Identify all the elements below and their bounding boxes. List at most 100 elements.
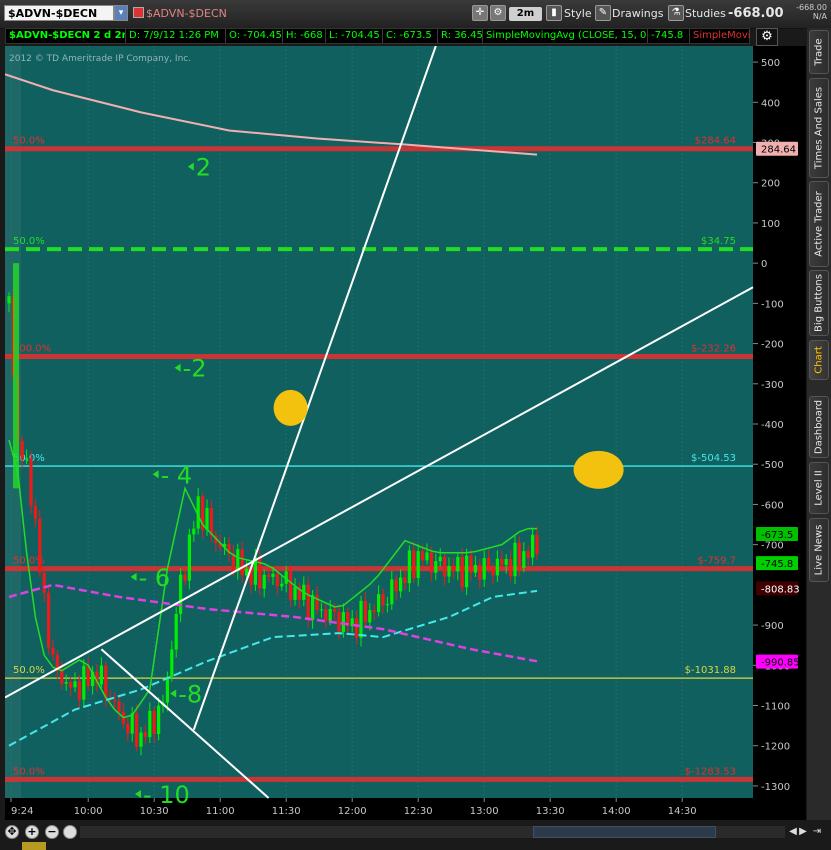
scroll-left-icon[interactable]: ◀ bbox=[788, 826, 798, 838]
price-bar bbox=[267, 574, 271, 577]
y-tick-label: 400 bbox=[761, 98, 780, 109]
tab-dashboard-label: Dashboard bbox=[813, 399, 825, 455]
price-bar bbox=[438, 556, 442, 562]
style-button[interactable]: Style bbox=[564, 5, 592, 23]
y-tick-label: 0 bbox=[761, 259, 767, 270]
fib-pct-label: 50.0% bbox=[13, 236, 45, 247]
price-bar bbox=[117, 701, 121, 712]
tab-chart-label: Chart bbox=[813, 346, 825, 374]
tab-level-ii[interactable]: Level II bbox=[809, 462, 829, 514]
symbol-link-icon[interactable] bbox=[133, 7, 144, 18]
price-bar bbox=[271, 573, 275, 577]
info-study: SimpleMovingAvg (CLOSE, 15, 0) bbox=[483, 29, 648, 43]
x-tick-label: 14:00 bbox=[602, 806, 631, 817]
price-bar bbox=[522, 551, 526, 568]
tab-big-buttons[interactable]: Big Buttons bbox=[809, 270, 829, 336]
chart[interactable]: 2012 © TD Ameritrade IP Company, Inc. 50… bbox=[5, 46, 806, 820]
price-bar bbox=[425, 552, 429, 561]
price-bar bbox=[447, 565, 451, 577]
copyright: 2012 © TD Ameritrade IP Company, Inc. bbox=[9, 54, 191, 64]
last-price-small: -668.00 N/A bbox=[787, 3, 827, 21]
price-bar bbox=[385, 604, 389, 606]
fib-value-label: $-759.7 bbox=[697, 556, 736, 567]
price-bar bbox=[82, 665, 86, 700]
reset-zoom-icon[interactable] bbox=[63, 825, 77, 839]
chart-settings-icon[interactable]: ⚙ bbox=[756, 28, 778, 46]
tab-trade[interactable]: Trade bbox=[809, 30, 829, 74]
price-bar bbox=[341, 612, 345, 632]
annotation-label: - 6 bbox=[139, 564, 171, 592]
fib-pct-label: 50.0% bbox=[13, 766, 45, 777]
price-bar bbox=[25, 458, 29, 460]
price-bar bbox=[148, 710, 152, 738]
last-price: -668.00 bbox=[728, 6, 784, 21]
price-bar bbox=[311, 595, 315, 620]
y-tick-label: -500 bbox=[761, 460, 784, 471]
x-tick-label: 10:00 bbox=[74, 806, 103, 817]
price-bar bbox=[205, 507, 209, 530]
symbol-dropdown-icon[interactable]: ▾ bbox=[114, 5, 128, 21]
aggregation-selector[interactable]: 2m bbox=[509, 7, 542, 21]
annotation-label: - 4 bbox=[161, 461, 193, 489]
wrench-icon[interactable]: ⚙ bbox=[490, 5, 506, 21]
fib-value-label: $284.64 bbox=[695, 136, 736, 147]
crosshair-icon[interactable]: ✛ bbox=[472, 5, 488, 21]
plot-area bbox=[5, 46, 753, 798]
net-change-na: N/A bbox=[812, 12, 827, 21]
price-bar bbox=[500, 558, 504, 565]
expand-icon[interactable]: ⇥ bbox=[812, 826, 822, 838]
tab-active-trader[interactable]: Active Trader bbox=[809, 181, 829, 267]
info-high: H: -668 bbox=[283, 29, 326, 43]
expand-tab-icon[interactable] bbox=[22, 842, 46, 850]
pencil-icon[interactable]: ✎ bbox=[595, 5, 611, 21]
tab-level-ii-label: Level II bbox=[813, 470, 825, 506]
tab-live-news-label: Live News bbox=[813, 524, 825, 576]
fib-value-label: $-504.53 bbox=[691, 453, 736, 464]
price-bar bbox=[60, 670, 64, 684]
price-bar bbox=[399, 577, 403, 592]
price-tag-label: -745.8 bbox=[761, 559, 793, 570]
zoom-out-icon[interactable]: − bbox=[45, 825, 59, 839]
tab-dashboard[interactable]: Dashboard bbox=[809, 396, 829, 458]
price-bar bbox=[179, 574, 183, 614]
studies-icon[interactable]: ⚗ bbox=[668, 5, 684, 21]
price-bar bbox=[236, 549, 240, 572]
price-tag-label: -808.83 bbox=[761, 584, 800, 595]
price-bar bbox=[20, 441, 24, 460]
price-bar bbox=[372, 610, 376, 613]
studies-button[interactable]: Studies bbox=[685, 5, 726, 23]
y-tick-label: -1200 bbox=[761, 742, 790, 753]
price-bar bbox=[469, 555, 473, 573]
price-bar bbox=[99, 665, 103, 685]
symbol-input[interactable]: $ADVN-$DECN bbox=[4, 5, 114, 21]
price-bar bbox=[47, 592, 51, 648]
fib-value-label: $34.75 bbox=[701, 236, 736, 247]
price-bar bbox=[412, 550, 416, 578]
info-range: R: 36.45 bbox=[438, 29, 483, 43]
price-bar bbox=[460, 556, 464, 588]
tab-live-news[interactable]: Live News bbox=[809, 518, 829, 582]
price-bar bbox=[7, 296, 11, 304]
drawings-button[interactable]: Drawings bbox=[612, 5, 663, 23]
price-bar bbox=[126, 723, 130, 734]
price-bar bbox=[487, 558, 491, 568]
price-bar bbox=[38, 518, 42, 573]
scroll-right-icon[interactable]: ▶ bbox=[798, 826, 808, 838]
zoom-in-icon[interactable]: + bbox=[25, 825, 39, 839]
price-bar bbox=[324, 609, 328, 621]
time-scrollbar-thumb[interactable] bbox=[533, 826, 716, 838]
tab-chart[interactable]: Chart bbox=[809, 340, 829, 380]
pan-icon[interactable]: ✥ bbox=[5, 825, 19, 839]
price-bar bbox=[139, 732, 143, 747]
tab-times-and-sales[interactable]: Times And Sales bbox=[809, 78, 829, 178]
price-bar bbox=[240, 549, 244, 576]
x-tick-label: 14:30 bbox=[668, 806, 697, 817]
last-price-mini: -668.00 bbox=[796, 3, 827, 12]
price-bar bbox=[421, 551, 425, 561]
style-icon[interactable]: ▮ bbox=[546, 5, 562, 21]
price-bar bbox=[280, 583, 284, 587]
y-tick-label: -200 bbox=[761, 340, 784, 351]
marker-circle bbox=[273, 389, 308, 426]
price-bar bbox=[42, 572, 46, 593]
y-tick-label: -700 bbox=[761, 541, 784, 552]
